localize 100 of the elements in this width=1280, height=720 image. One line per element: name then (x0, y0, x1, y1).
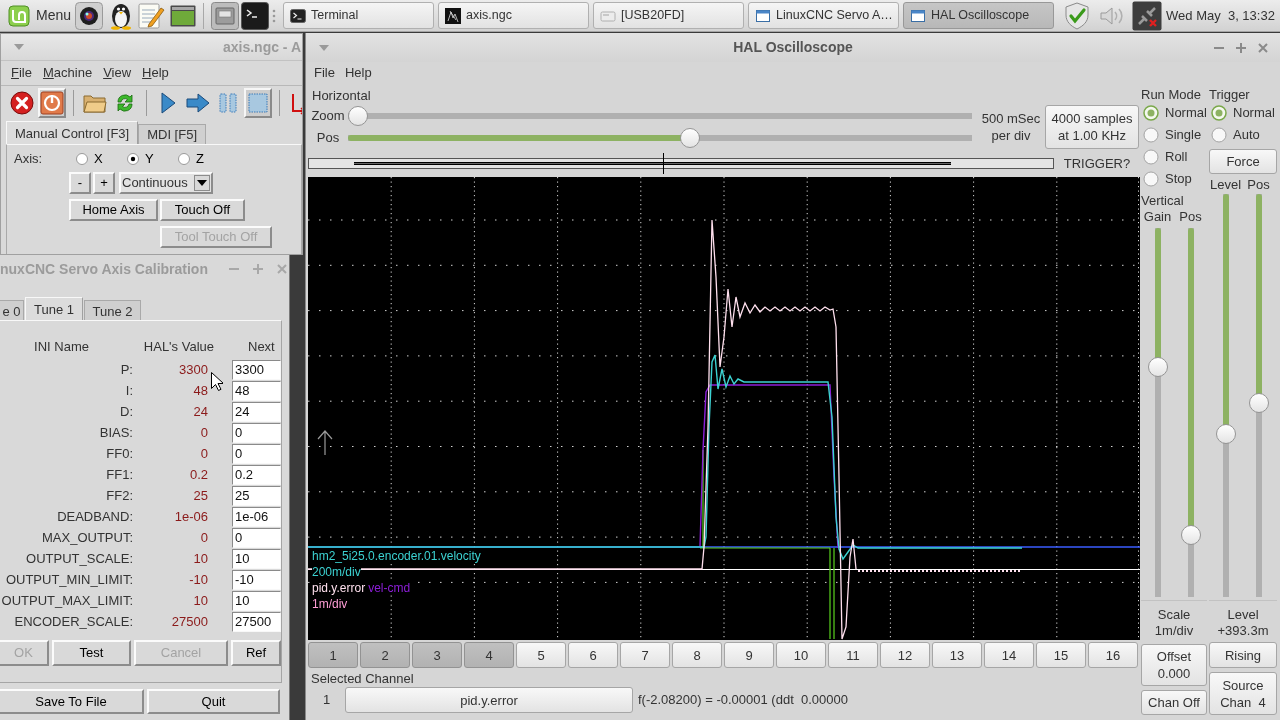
next-value-field[interactable]: 25 (232, 485, 281, 506)
action-button[interactable]: Test (52, 640, 131, 666)
axis-radio[interactable]: X (76, 151, 127, 167)
toolbar-button[interactable] (38, 88, 66, 118)
channel-button[interactable]: 10 (776, 642, 826, 668)
edge-button[interactable]: Rising (1209, 642, 1277, 668)
mouse-pointer-icon (211, 372, 223, 391)
next-value-field[interactable]: 27500 (232, 611, 281, 632)
chan-off-button[interactable]: Chan Off (1141, 690, 1207, 715)
task-button[interactable]: HAL Oscilloscope (903, 2, 1055, 29)
slider-thumb[interactable] (1180, 524, 1201, 545)
task-button[interactable]: LinuxCNC Servo A… (748, 2, 900, 29)
task-button[interactable]: [USB20FD] (593, 2, 745, 29)
close-icon[interactable] (1258, 42, 1268, 53)
slider-thumb[interactable] (680, 128, 701, 148)
channel-button[interactable]: 12 (880, 642, 930, 668)
channel-button[interactable]: 11 (828, 642, 878, 668)
radio-option[interactable]: Normal (1141, 102, 1207, 124)
menu-item[interactable]: File (7, 65, 36, 81)
shield-check-icon[interactable] (1064, 1, 1091, 30)
radio-option[interactable]: Roll (1141, 146, 1207, 168)
channel-button[interactable]: 3 (412, 642, 462, 668)
jog-button[interactable]: + (93, 172, 115, 194)
task-button[interactable]: Terminal (283, 2, 435, 29)
jog-button[interactable]: - (69, 172, 91, 194)
next-value-field[interactable]: 0 (232, 443, 281, 464)
tab[interactable]: Tune 2 (84, 300, 141, 320)
samples-button[interactable]: 4000 samples at 1.00 KHz (1045, 105, 1139, 149)
hal-value: 0 (199, 424, 209, 441)
maximize-icon[interactable] (253, 264, 263, 274)
next-value-field[interactable]: 1e-06 (232, 506, 281, 527)
menu-item[interactable]: Help (339, 65, 377, 81)
slider-thumb[interactable] (1147, 357, 1168, 378)
tab[interactable]: Manual Control [F3] (6, 121, 139, 144)
window-title: axis.ngc - A (222, 38, 302, 56)
radio-option[interactable]: Normal (1209, 102, 1277, 124)
tab[interactable]: MDI [F5] (138, 124, 206, 144)
task-button[interactable]: axis.ngc (438, 2, 590, 29)
menu-item[interactable]: View (99, 65, 136, 81)
slider-thumb[interactable] (1248, 393, 1269, 414)
next-value-field[interactable]: 48 (232, 380, 281, 401)
channel-name-button[interactable]: pid.y.error (345, 687, 633, 713)
channel-button[interactable]: 9 (724, 642, 774, 668)
action-button[interactable]: Quit (147, 689, 280, 714)
channel-button[interactable]: 13 (932, 642, 982, 668)
slider-thumb[interactable] (348, 106, 368, 126)
action-button[interactable]: Save To File (0, 689, 144, 714)
tab[interactable]: e 0 (0, 300, 24, 320)
next-value-field[interactable]: 0 (232, 422, 281, 443)
channel-button[interactable]: 4 (464, 642, 514, 668)
next-value-field[interactable]: 10 (232, 548, 281, 569)
action-button[interactable]: Ref (231, 640, 281, 666)
close-icon[interactable] (277, 264, 287, 274)
channel-button[interactable]: 8 (672, 642, 722, 668)
action-button[interactable]: Touch Off (160, 199, 245, 221)
trace-label: hm2_5i25.0.encoder.01.velocity (312, 549, 481, 563)
slider-thumb[interactable] (1215, 423, 1236, 444)
force-button[interactable]: Force (1209, 149, 1277, 174)
channel-button[interactable]: 15 (1036, 642, 1086, 668)
next-value-field[interactable]: 0.2 (232, 464, 281, 485)
source-button[interactable]: Source Chan 4 (1209, 672, 1277, 715)
offset-button[interactable]: Offset 0.000 (1141, 644, 1207, 686)
clock[interactable]: Wed May 3, 13:32 (1166, 7, 1275, 24)
cross-circle-icon (10, 91, 34, 115)
trace-label: vel-cmd (368, 581, 411, 595)
channel-button[interactable]: 2 (360, 642, 410, 668)
radio-option[interactable]: Auto (1209, 124, 1277, 146)
network-error-icon[interactable] (1132, 0, 1163, 31)
terminal-icon[interactable] (241, 1, 270, 30)
action-button[interactable]: Home Axis (69, 199, 158, 221)
channel-button[interactable]: 7 (620, 642, 670, 668)
minimize-icon[interactable] (1214, 46, 1224, 49)
radio-option[interactable]: Stop (1141, 168, 1207, 190)
next-value-field[interactable]: 10 (232, 590, 281, 611)
grip-icon (272, 8, 277, 23)
channel-button[interactable]: 1 (308, 642, 358, 668)
jog-mode-select[interactable]: Continuous (119, 172, 213, 194)
window-menu-icon[interactable] (319, 44, 329, 51)
axis-radio[interactable]: Z (178, 151, 229, 167)
channel-button[interactable]: 6 (568, 642, 618, 668)
radio-option[interactable]: Single (1141, 124, 1207, 146)
camera-lens-icon[interactable] (75, 1, 104, 30)
menu-item[interactable]: File (309, 65, 340, 81)
channel-button[interactable]: 5 (516, 642, 566, 668)
slider-label: Pos (1179, 209, 1202, 225)
menu-button[interactable]: Menu (4, 1, 76, 30)
menu-item[interactable]: Machine (38, 65, 97, 81)
next-value-field[interactable]: 24 (232, 401, 281, 422)
next-value-field[interactable]: -10 (232, 569, 281, 590)
toolbar-button[interactable] (8, 88, 36, 118)
channel-button[interactable]: 14 (984, 642, 1034, 668)
axis-radio[interactable]: Y (127, 151, 178, 167)
channel-button[interactable]: 16 (1088, 642, 1138, 668)
maximize-icon[interactable] (1236, 42, 1246, 53)
next-value-field[interactable]: 0 (232, 527, 281, 548)
tab[interactable]: Tune 1 (25, 297, 83, 320)
trace-label: 200m/div (312, 565, 361, 579)
window-menu-icon[interactable] (14, 44, 24, 50)
next-value-field[interactable]: 3300 (232, 359, 281, 380)
menu-item[interactable]: Help (138, 65, 173, 81)
